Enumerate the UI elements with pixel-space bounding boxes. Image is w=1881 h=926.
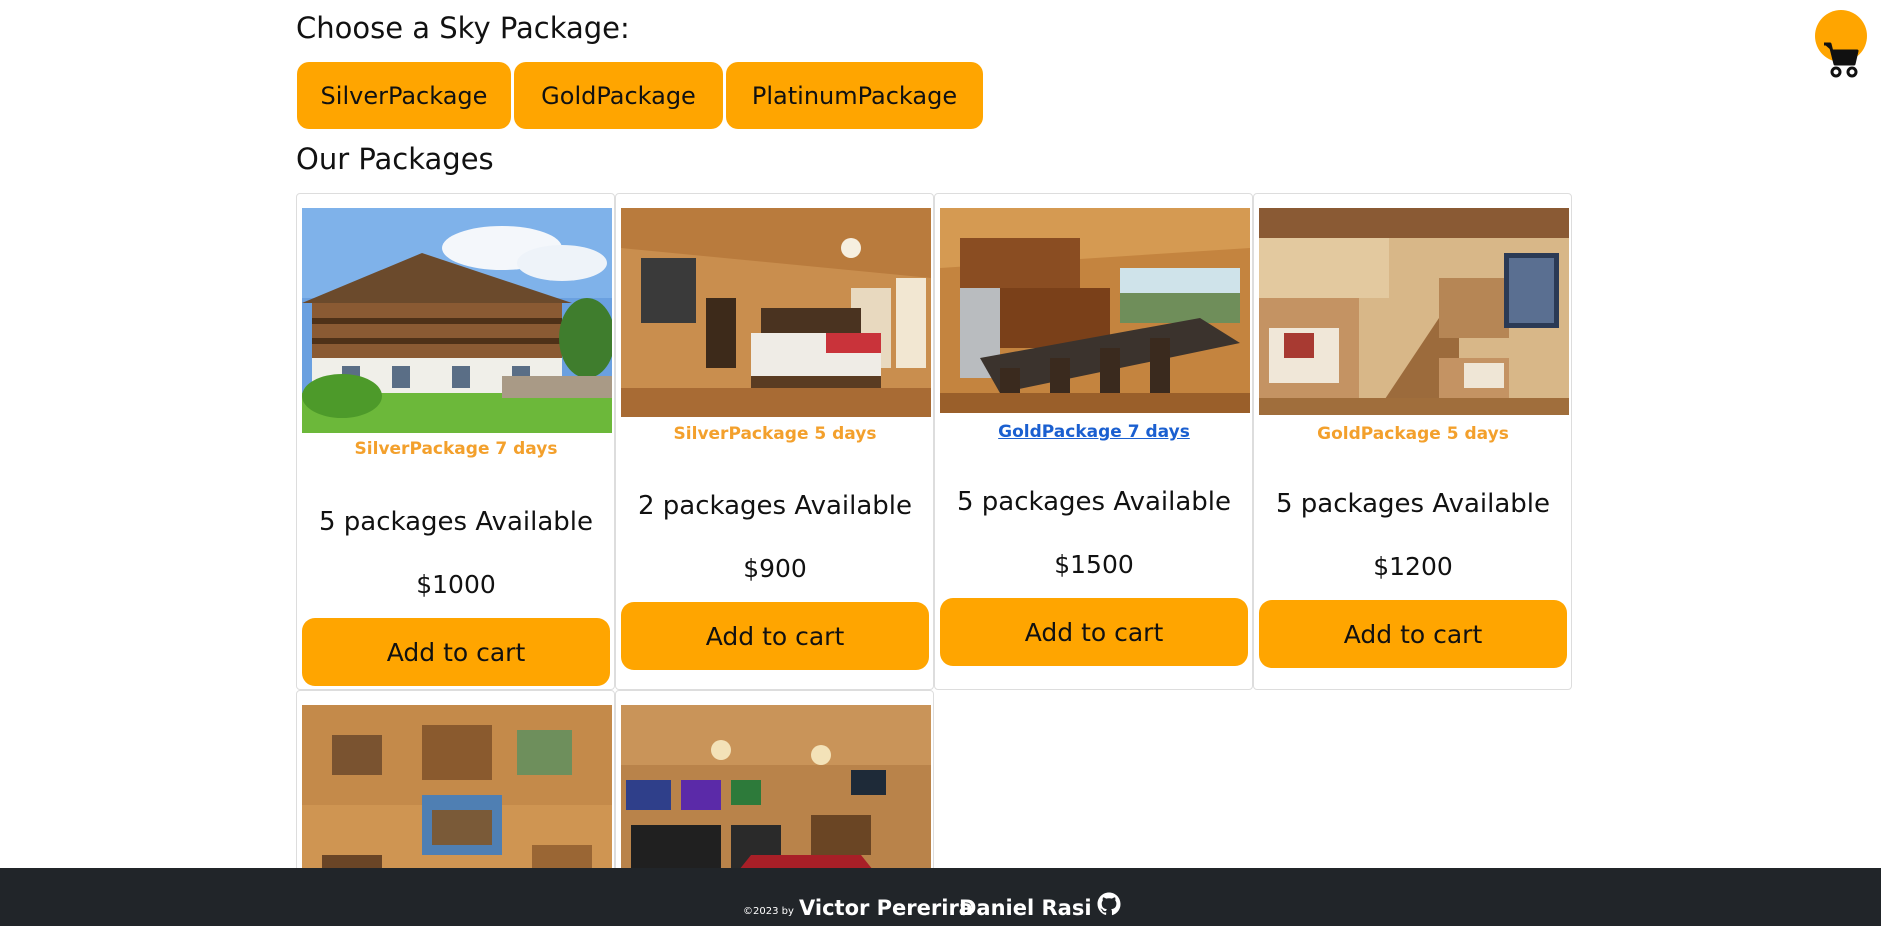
package-card-title: SilverPackage 5 days	[673, 424, 877, 444]
cabin-kitchen-image	[940, 208, 1250, 413]
gold-package-button[interactable]: GoldPackage	[514, 62, 723, 129]
add-to-cart-button[interactable]: Add to cart	[302, 618, 610, 686]
package-card: SilverPackage 5 days 2 packages Availabl…	[615, 193, 934, 690]
github-icon[interactable]	[1097, 892, 1121, 916]
add-to-cart-button[interactable]: Add to cart	[1259, 600, 1567, 668]
cabin-bedroom-image	[621, 208, 931, 417]
package-card-title-link[interactable]: GoldPackage 7 days	[935, 422, 1252, 442]
package-card-availability: 5 packages Available	[318, 507, 594, 537]
package-card: GoldPackage 5 days 5 packages Available …	[1253, 193, 1572, 690]
chalet-exterior-image	[302, 208, 612, 433]
footer-copyright: ©2023 by	[743, 906, 794, 917]
footer: ©2023 by Victor Pererira Daniel Rasi	[0, 868, 1881, 926]
package-card-price: $1000	[416, 570, 496, 599]
package-card-title: SilverPackage 7 days	[354, 439, 558, 459]
package-card-price: $1500	[1054, 550, 1134, 579]
cart-icon[interactable]	[1822, 40, 1860, 80]
our-packages-title: Our Packages	[296, 142, 494, 176]
package-card-price: $1200	[1373, 552, 1453, 581]
package-card-title: GoldPackage 5 days	[1317, 424, 1509, 444]
silver-package-button[interactable]: SilverPackage	[297, 62, 511, 129]
add-to-cart-button[interactable]: Add to cart	[621, 602, 929, 670]
bunk-room-image	[1259, 208, 1569, 415]
add-to-cart-button[interactable]: Add to cart	[940, 598, 1248, 666]
package-card: GoldPackage 7 days 5 packages Available …	[934, 193, 1253, 690]
platinum-package-button[interactable]: PlatinumPackage	[726, 62, 983, 129]
footer-author-link[interactable]: Victor Pererira	[799, 896, 973, 920]
package-card-availability: 5 packages Available	[1275, 489, 1551, 519]
package-card-availability: 5 packages Available	[956, 487, 1232, 517]
footer-author-link[interactable]: Daniel Rasi	[959, 896, 1092, 920]
package-card: SilverPackage 7 days 5 packages Availabl…	[296, 193, 615, 690]
package-card-price: $900	[743, 554, 807, 583]
package-card-availability: 2 packages Available	[637, 491, 913, 521]
choose-package-title: Choose a Sky Package:	[296, 11, 630, 45]
